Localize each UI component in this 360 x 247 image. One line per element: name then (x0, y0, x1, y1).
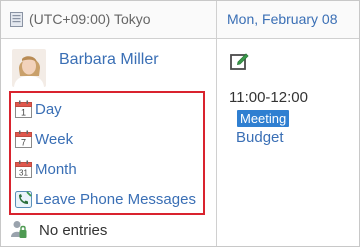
user-name-link[interactable]: Barbara Miller (59, 51, 159, 69)
schedule-panel: (UTC+09:00) Tokyo Mon, February 08 Barba… (0, 0, 360, 247)
calendar-month-icon: 31 (15, 160, 32, 178)
menu-item-label: Day (35, 100, 62, 118)
timezone-icon (10, 12, 23, 27)
phone-message-icon (15, 191, 32, 208)
calendar-day-icon: 1 (15, 100, 32, 118)
menu-item-phone-messages[interactable]: Leave Phone Messages (15, 186, 196, 212)
timezone-label: (UTC+09:00) Tokyo (29, 11, 151, 27)
event-time: 11:00-12:00 (229, 89, 308, 106)
menu-item-month[interactable]: 31 Month (15, 156, 77, 182)
event-title-link[interactable]: Budget (236, 129, 284, 146)
calendar-week-number: 7 (21, 138, 26, 148)
avatar[interactable] (12, 49, 46, 87)
calendar-week-icon: 7 (15, 130, 32, 148)
no-entries-text: No entries (39, 222, 108, 239)
menu-item-label: Week (35, 130, 74, 148)
menu-item-day[interactable]: 1 Day (15, 96, 62, 122)
event-tag-badge: Meeting (237, 110, 290, 127)
menu-item-week[interactable]: 7 Week (15, 126, 73, 152)
calendar-day-number: 1 (21, 108, 26, 118)
date-header-link[interactable]: Mon, February 08 (227, 11, 338, 27)
header-row: (UTC+09:00) Tokyo Mon, February 08 (1, 1, 359, 39)
column-divider (216, 1, 217, 246)
view-menu: 1 Day 7 Week 31 Month Leave Phone Messag… (9, 91, 205, 215)
calendar-month-number: 31 (19, 169, 28, 178)
add-appointment-icon[interactable] (230, 52, 249, 71)
menu-item-label: Leave Phone Messages (35, 190, 196, 208)
no-entries-icon (11, 221, 27, 238)
menu-item-label: Month (35, 160, 77, 178)
